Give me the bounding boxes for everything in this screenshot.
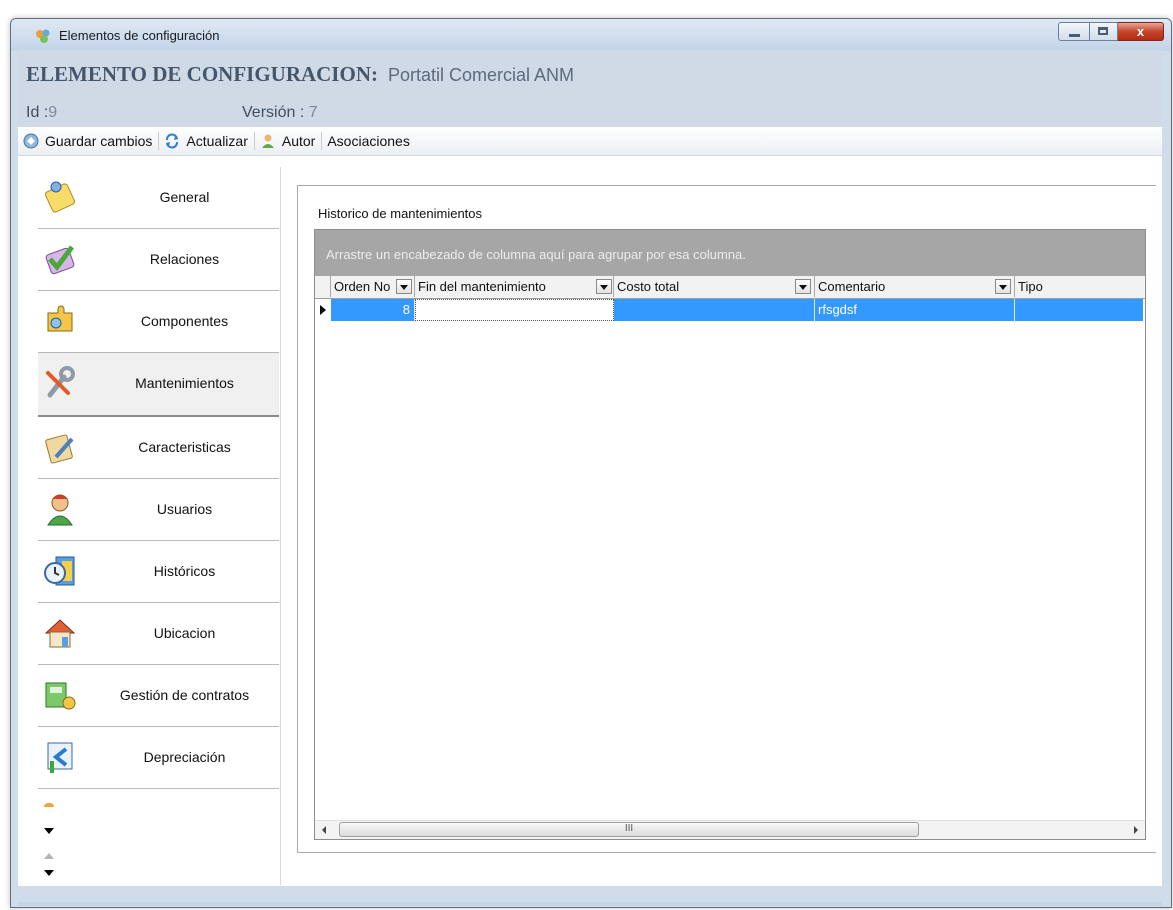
cell-fin[interactable] [415, 299, 614, 321]
current-row-icon [315, 299, 331, 321]
clipboard-edit-icon [45, 434, 74, 464]
title-bar[interactable]: Elementos de configuración x [11, 19, 1171, 51]
maximize-icon [1098, 27, 1108, 35]
bottom-border [18, 902, 1162, 906]
checkmark-icon [45, 245, 75, 275]
minimize-button[interactable] [1058, 22, 1090, 41]
sidebar-item-usuarios[interactable]: Usuarios [38, 479, 279, 541]
house-icon [44, 619, 76, 648]
scroll-thumb[interactable]: III [339, 822, 919, 837]
filter-dropdown-icon[interactable] [795, 279, 811, 294]
id-field: Id :9 [26, 104, 57, 122]
refresh-button[interactable]: Actualizar [159, 131, 253, 151]
depreciation-icon [47, 742, 73, 773]
table-row[interactable]: 8 rfsgdsf [315, 299, 1145, 321]
save-button[interactable]: Guardar cambios [18, 131, 158, 151]
cell-tipo[interactable] [1015, 299, 1143, 321]
sidebar-item-label: Componentes [140, 313, 229, 329]
column-label: Fin del mantenimiento [418, 279, 546, 294]
notepad-icon [44, 181, 76, 213]
config-item-header: ELEMENTO DE CONFIGURACION: Portatil Comer… [18, 50, 1162, 127]
column-label: Tipo [1018, 279, 1043, 294]
sidebar-item-label: Depreciación [143, 749, 226, 765]
sidebar-item-label: Gestión de contratos [119, 687, 250, 703]
version-value: 7 [308, 104, 318, 121]
version-label: Versión : [242, 104, 305, 121]
sidebar-item-relaciones[interactable]: Relaciones [38, 229, 279, 291]
sidebar: General Relaciones Componentes Mantenimi… [20, 167, 281, 885]
cell-orden[interactable]: 8 [331, 299, 415, 321]
config-item-name: Portatil Comercial ANM [387, 65, 575, 85]
minimize-icon [1069, 34, 1080, 37]
column-label: Orden No [334, 279, 391, 294]
associations-label: Asociaciones [327, 133, 410, 149]
sidebar-item-label: Caracteristicas [138, 439, 231, 455]
sidebar-item-gestion-contratos[interactable]: Gestión de contratos [38, 665, 279, 727]
refresh-label: Actualizar [186, 133, 248, 149]
cell-comentario[interactable]: rfsgdsf [815, 299, 1015, 321]
sidebar-item-general[interactable]: General [38, 167, 279, 229]
save-label: Guardar cambios [45, 133, 153, 149]
associations-button[interactable]: Asociaciones [322, 131, 416, 151]
author-label: Autor [281, 133, 316, 149]
column-header-comentario[interactable]: Comentario [815, 276, 1015, 297]
sidebar-item-componentes[interactable]: Componentes [38, 291, 279, 353]
filter-dropdown-icon[interactable] [396, 279, 412, 294]
window-title: Elementos de configuración [59, 28, 220, 43]
user-icon [261, 134, 274, 148]
puzzle-icon [47, 305, 73, 332]
version-field: Versión : 7 [242, 104, 318, 122]
sidebar-item-label: Usuarios [156, 501, 213, 517]
scroll-down-icon[interactable] [44, 828, 54, 834]
column-header-row: Orden No Fin del mantenimiento Costo tot… [315, 276, 1145, 299]
id-label: Id : [26, 104, 49, 121]
horizontal-scrollbar[interactable]: III [315, 820, 1145, 839]
sidebar-item-caracteristicas[interactable]: Caracteristicas [38, 417, 279, 479]
maintenance-grid: Arrastre un encabezado de columna aquí p… [314, 229, 1146, 840]
scroll-right-icon[interactable] [1127, 821, 1145, 839]
wrench-icon [46, 366, 75, 398]
sidebar-item-label: Relaciones [149, 251, 220, 267]
sidebar-item-label: Ubicacion [153, 625, 216, 641]
money-icon [45, 682, 76, 710]
sidebar-item-mantenimientos[interactable]: Mantenimientos [38, 353, 279, 417]
maximize-button[interactable] [1090, 22, 1118, 41]
app-icon [36, 29, 50, 43]
scroll-left-icon[interactable] [315, 821, 333, 839]
sidebar-item-historicos[interactable]: Históricos [38, 541, 279, 603]
sidebar-item-depreciacion[interactable]: Depreciación [38, 727, 279, 789]
save-icon [23, 133, 39, 149]
column-header-costo[interactable]: Costo total [614, 276, 815, 297]
panel-title: Historico de mantenimientos [318, 206, 483, 221]
filter-dropdown-icon[interactable] [596, 279, 612, 294]
toolbar: Guardar cambios Actualizar Autor Asociac… [18, 127, 1162, 156]
next-item-peek-icon [44, 803, 54, 807]
close-button[interactable]: x [1118, 22, 1164, 41]
header-label: ELEMENTO DE CONFIGURACION: [26, 62, 378, 86]
sidebar-item-label: Mantenimientos [135, 375, 234, 391]
sidebar-item-ubicacion[interactable]: Ubicacion [38, 603, 279, 665]
row-indicator-header [315, 276, 331, 297]
column-header-fin[interactable]: Fin del mantenimiento [415, 276, 614, 297]
column-header-tipo[interactable]: Tipo [1015, 276, 1143, 297]
cell-costo[interactable] [614, 299, 815, 321]
column-label: Comentario [818, 279, 886, 294]
sidebar-item-label: General [159, 189, 210, 205]
column-label: Costo total [617, 279, 680, 294]
author-button[interactable]: Autor [255, 131, 321, 151]
group-hint: Arrastre un encabezado de columna aquí p… [326, 247, 746, 262]
clock-calendar-icon [44, 556, 75, 586]
close-icon: x [1136, 24, 1145, 39]
scroll-up-icon[interactable] [44, 853, 54, 859]
id-value: 9 [48, 104, 58, 121]
sidebar-item-label: Históricos [153, 563, 216, 579]
refresh-icon [166, 133, 179, 149]
group-by-panel[interactable]: Arrastre un encabezado de columna aquí p… [315, 230, 1145, 276]
filter-dropdown-icon[interactable] [995, 279, 1011, 294]
user-icon [47, 494, 73, 526]
overflow-menu-icon[interactable] [44, 870, 54, 876]
